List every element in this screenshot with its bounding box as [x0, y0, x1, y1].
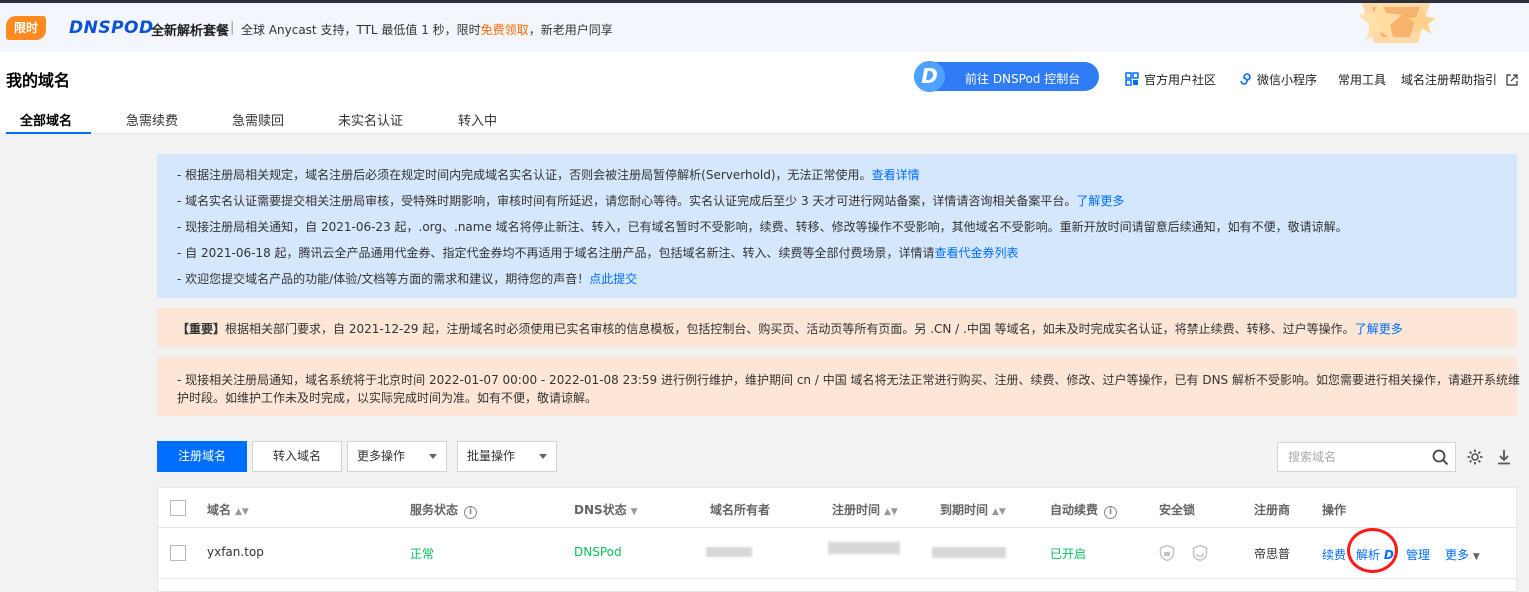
help-guide-link[interactable]: 域名注册帮助指引	[1401, 71, 1518, 88]
sort-icon[interactable]: ▲▼	[235, 507, 249, 517]
header-auto-renew: 自动续费 i	[1050, 501, 1118, 519]
dnspod-d-icon: D	[914, 61, 945, 92]
page-title: 我的域名	[6, 71, 71, 90]
sort-icon[interactable]: ▲▼	[884, 507, 898, 517]
header-register-time[interactable]: 注册时间 ▲▼	[832, 501, 898, 518]
header-security-lock: 安全锁	[1159, 503, 1196, 517]
promo-package: 全新解析套餐	[151, 24, 230, 39]
notice-panel-maintenance: - 现接相关注册局通知，域名系统将于北京时间 2022-01-07 00:00 …	[157, 357, 1520, 416]
header-service-status: 服务状态 i	[410, 501, 478, 519]
annotation-highlight-circle	[1347, 528, 1398, 573]
register-domain-button[interactable]: 注册域名	[157, 441, 247, 472]
notice-maintenance-line2: 护时段。如维护工作未及时完成，以实际完成时间为准。如有不便，敬请谅解。	[177, 391, 598, 405]
chevron-down-icon	[429, 454, 437, 459]
header-domain[interactable]: 域名 ▲▼	[207, 501, 249, 518]
notice-line: - 根据注册局相关规定，域名注册后必须在规定时间内完成域名实名认证，否则会被注册…	[177, 168, 920, 182]
tab-all-domains[interactable]: 全部域名	[20, 110, 72, 129]
notice-line: - 欢迎您提交域名产品的功能/体验/文档等方面的需求和建议，期待您的声音！点此提…	[177, 272, 638, 286]
info-icon[interactable]: i	[1104, 506, 1118, 519]
dns-status-value: DNSPod	[574, 545, 622, 559]
search-input[interactable]	[1279, 444, 1419, 470]
tab-urgent-redeem[interactable]: 急需赎回	[232, 110, 284, 129]
select-all-checkbox[interactable]	[170, 500, 186, 516]
header-expire-time[interactable]: 到期时间 ▲▼	[940, 501, 1006, 518]
registrar-value: 帝思普	[1254, 547, 1291, 561]
register-time-redacted	[828, 542, 900, 554]
miniprogram-icon	[1240, 73, 1251, 85]
table-row: yxfan.top 正常 DNSPod 已开启 帝思普 续费 解析 D 管理 更…	[158, 529, 1516, 579]
tab-unverified[interactable]: 未实名认证	[338, 110, 403, 129]
transfer-domain-button[interactable]: 转入域名	[252, 441, 342, 472]
promo-free-link[interactable]: 免费领取	[481, 23, 529, 37]
notice-line: - 域名实名认证需要提交相关注册局审核，受特殊时期影响，审核时间有所延迟，请您耐…	[177, 194, 1125, 208]
renew-link[interactable]: 续费	[1322, 546, 1346, 563]
notice-link-details[interactable]: 查看详情	[872, 168, 920, 182]
dnspod-logo: DNSPOD	[69, 18, 154, 38]
notice-link-submit[interactable]: 点此提交	[589, 272, 637, 286]
more-operations-dropdown[interactable]: 更多操作	[347, 441, 447, 472]
promo-separator: |	[230, 20, 235, 35]
notice-panel-important: 【重要】根据相关部门要求，自 2021-12-29 起，注册域名时必须使用已实名…	[157, 308, 1517, 347]
chevron-down-icon: ▼	[1472, 552, 1480, 562]
header-registrar: 注册商	[1254, 503, 1291, 517]
page-header: 我的域名 D 前往 DNSPod 控制台 官方用户社区 微信小程序 常用工具 域…	[0, 52, 1529, 134]
gear-icon[interactable]	[1466, 448, 1484, 466]
dnspod-console-button[interactable]: D 前往 DNSPod 控制台	[914, 61, 1099, 92]
transfer-lock-icon[interactable]	[1158, 544, 1176, 562]
owner-redacted	[706, 547, 752, 557]
more-actions-dropdown[interactable]: 更多 ▼	[1445, 546, 1480, 563]
row-checkbox[interactable]	[170, 545, 186, 561]
external-link-icon	[1506, 74, 1518, 86]
search-icon[interactable]	[1432, 449, 1449, 466]
sort-icon[interactable]: ▲▼	[992, 507, 1006, 517]
promo-banner[interactable]: 限时 DNSPOD 全新解析套餐 | 全球 Anycast 支持，TTL 最低值…	[0, 3, 1529, 52]
notice-line: - 自 2021-06-18 起，腾讯云全产品通用代金券、指定代金券均不再适用于…	[177, 246, 1019, 260]
dnspod-console-label: 前往 DNSPod 控制台	[965, 72, 1081, 86]
manage-link[interactable]: 管理	[1406, 546, 1430, 563]
chevron-down-icon	[539, 454, 547, 459]
update-lock-icon[interactable]	[1191, 544, 1209, 562]
table-header: 域名 ▲▼ 服务状态 i DNS状态 ▼ 域名所有者 注册时间 ▲▼ 到期时间 ▲▼ 自动…	[158, 488, 1516, 528]
tab-urgent-renew[interactable]: 急需续费	[126, 110, 178, 129]
header-dns-status: DNS状态 ▼	[574, 503, 638, 517]
grid-icon	[1125, 72, 1139, 86]
notice-link-learn-more[interactable]: 了解更多	[1076, 194, 1124, 208]
filter-icon[interactable]: ▼	[631, 507, 638, 517]
tools-link[interactable]: 常用工具	[1338, 71, 1386, 88]
header-actions: 操作	[1322, 503, 1347, 517]
notice-link-voucher-list[interactable]: 查看代金券列表	[935, 246, 1019, 260]
notice-maintenance-line1: - 现接相关注册局通知，域名系统将于北京时间 2022-01-07 00:00 …	[177, 373, 1520, 387]
community-link[interactable]: 官方用户社区	[1125, 71, 1216, 88]
header-owner: 域名所有者	[710, 503, 771, 517]
download-icon[interactable]	[1495, 448, 1513, 466]
domain-table: 域名 ▲▼ 服务状态 i DNS状态 ▼ 域名所有者 注册时间 ▲▼ 到期时间 ▲▼ 自动…	[157, 487, 1517, 592]
batch-operations-dropdown[interactable]: 批量操作	[457, 441, 557, 472]
wechat-miniprogram-link[interactable]: 微信小程序	[1238, 71, 1317, 88]
notice-important-text: 【重要】根据相关部门要求，自 2021-12-29 起，注册域名时必须使用已实名…	[177, 322, 1403, 336]
auto-renew-value: 已开启	[1050, 547, 1087, 561]
info-icon[interactable]: i	[464, 506, 478, 519]
service-status-value: 正常	[410, 547, 435, 561]
promo-text: 全球 Anycast 支持，TTL 最低值 1 秒，限时免费领取，新老用户同享	[241, 23, 613, 37]
notice-panel-info: - 根据注册局相关规定，域名注册后必须在规定时间内完成域名实名认证，否则会被注册…	[157, 154, 1517, 298]
domain-name-link[interactable]: yxfan.top	[207, 545, 264, 559]
tab-transferring-in[interactable]: 转入中	[458, 110, 497, 129]
domain-search	[1277, 442, 1456, 472]
notice-line: - 现接注册局相关通知，自 2021-06-23 起，.org、.name 域名…	[177, 220, 1348, 234]
expire-time-redacted	[932, 547, 1006, 558]
active-tab-indicator	[6, 132, 91, 134]
promo-tag: 限时	[6, 16, 46, 40]
notice-important-link[interactable]: 了解更多	[1355, 322, 1403, 336]
trophy-decoration-icon	[1358, 3, 1436, 43]
